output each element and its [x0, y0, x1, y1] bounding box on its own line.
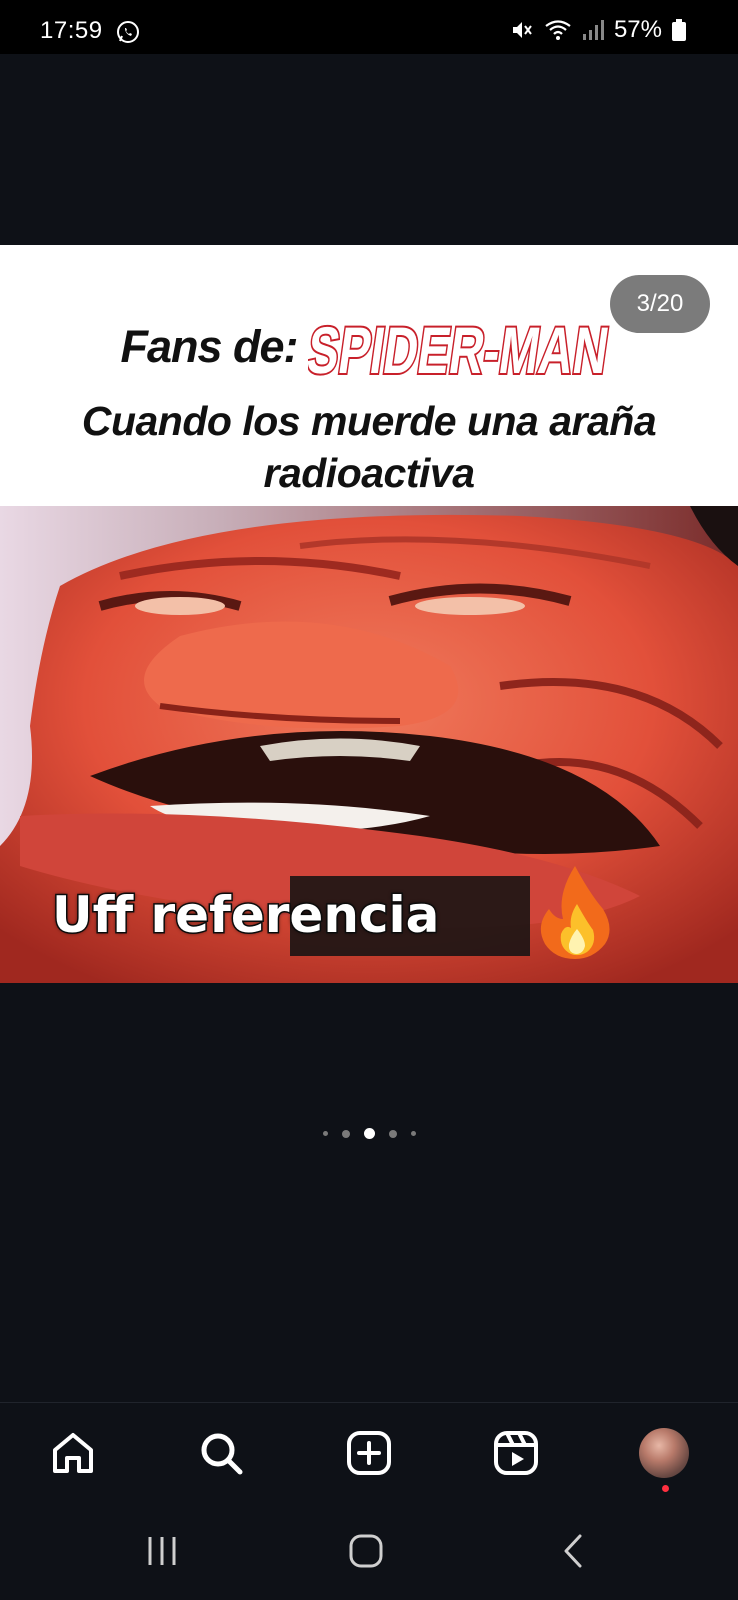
whatsapp-icon	[117, 21, 139, 43]
carousel-dot	[410, 1131, 416, 1136]
signal-icon	[582, 20, 604, 40]
caption-prefix: Fans de:	[120, 321, 298, 372]
nav-reels[interactable]	[490, 1427, 542, 1479]
bottom-nav	[0, 1402, 738, 1503]
carousel-dot	[388, 1129, 397, 1138]
status-time: 17:59	[40, 17, 103, 44]
image-counter-badge: 3/20	[610, 275, 710, 333]
recents-icon	[148, 1537, 176, 1565]
home-button-icon	[349, 1534, 383, 1568]
mute-icon	[512, 22, 532, 38]
fire-emoji	[540, 866, 610, 959]
profile-avatar	[639, 1428, 689, 1478]
nav-create[interactable]	[343, 1427, 395, 1479]
back-button[interactable]	[558, 1533, 588, 1569]
spiderman-logo: SPIDER-MAN	[308, 312, 615, 387]
carousel-dot	[322, 1131, 328, 1136]
nav-home[interactable]	[47, 1427, 99, 1479]
meme-photo: Uff referencia	[0, 506, 738, 983]
caption-subtitle: Cuando los muerde una araña radioactiva	[81, 398, 657, 496]
spiderman-logo-text: SPIDER-MAN	[308, 314, 613, 387]
status-indicators: 57%	[510, 16, 686, 44]
carousel-dot-active	[363, 1128, 375, 1139]
meme-caption-panel: Fans de: SPIDER-MAN Cuando los muerde un…	[0, 245, 738, 506]
post-image[interactable]: Fans de: SPIDER-MAN Cuando los muerde un…	[0, 245, 738, 983]
battery-icon	[672, 19, 686, 41]
carousel-indicator	[0, 1128, 738, 1139]
nav-search[interactable]	[195, 1427, 247, 1479]
battery-percent: 57%	[613, 16, 662, 43]
system-home-button[interactable]	[348, 1533, 384, 1569]
status-bar: 17:59 57%	[0, 0, 738, 54]
wifi-icon	[545, 20, 571, 40]
recents-button[interactable]	[142, 1533, 182, 1569]
reels-icon	[494, 1431, 538, 1475]
carousel-dot	[341, 1129, 350, 1138]
nav-profile[interactable]	[638, 1427, 690, 1492]
search-icon	[201, 1433, 243, 1475]
meme-text: Uff referencia	[50, 885, 440, 946]
notification-dot	[662, 1485, 669, 1492]
back-icon	[564, 1534, 582, 1568]
home-icon	[53, 1433, 93, 1473]
create-icon	[347, 1431, 391, 1475]
system-nav-bar	[0, 1503, 738, 1600]
